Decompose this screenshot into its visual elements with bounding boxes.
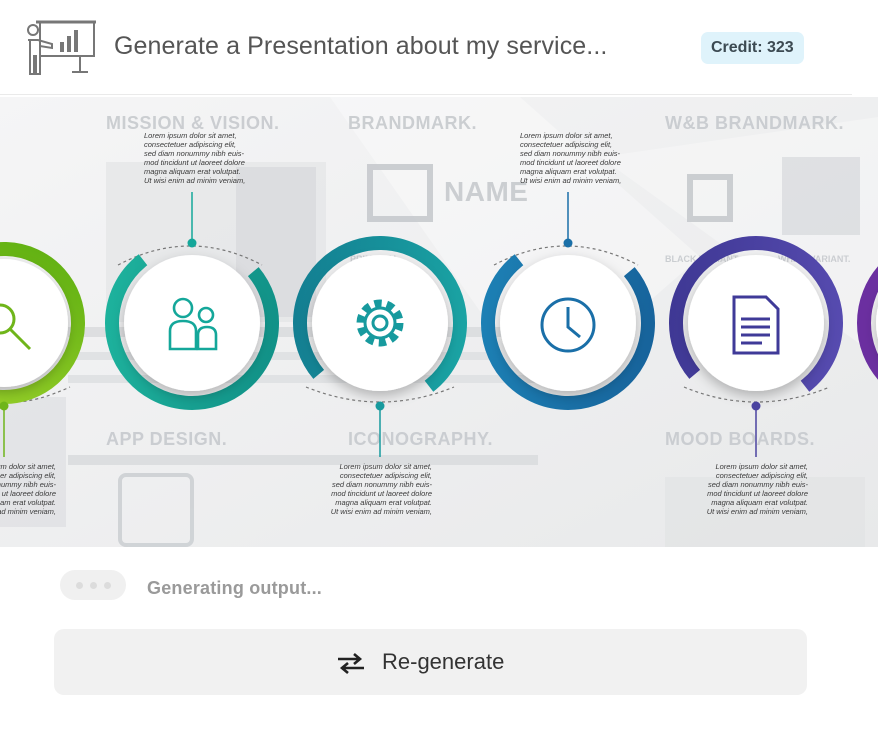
svg-text:Ut wisi enim ad minim veniam,: Ut wisi enim ad minim veniam, <box>707 507 808 516</box>
lorem-block-bottom-2: Lorem ipsum dolor sit amet, consectetuer… <box>331 462 433 516</box>
lorem-block-top-2: Lorem ipsum dolor sit amet, consectetuer… <box>520 131 621 185</box>
regenerate-button[interactable]: Re-generate <box>54 629 807 695</box>
svg-text:Lorem ipsum dolor sit amet,: Lorem ipsum dolor sit amet, <box>520 131 613 140</box>
svg-text:consectetuer adipiscing elit,: consectetuer adipiscing elit, <box>340 471 432 480</box>
svg-text:magna aliquam erat volutpat.: magna aliquam erat volutpat. <box>520 167 617 176</box>
presentation-board-icon <box>27 20 96 75</box>
lorem-block-bottom-3: Lorem ipsum dolor sit amet, consectetuer… <box>707 462 809 516</box>
slide-preview-canvas: MISSION & VISION. BRANDMARK. W&B BRANDMA… <box>0 97 878 547</box>
svg-text:Ut wisi enim ad minim veniam,: Ut wisi enim ad minim veniam, <box>520 176 621 185</box>
svg-text:magna aliquam erat volutpat.: magna aliquam erat volutpat. <box>144 167 241 176</box>
svg-text:MISSION & VISION.: MISSION & VISION. <box>106 113 280 133</box>
svg-text:BRANDMARK.: BRANDMARK. <box>348 113 477 133</box>
lorem-block-top-1: Lorem ipsum dolor sit amet, consectetuer… <box>144 131 245 185</box>
svg-text:sed diam nonummy nibh euis-: sed diam nonummy nibh euis- <box>144 149 245 158</box>
svg-text:consectetuer adipiscing elit,: consectetuer adipiscing elit, <box>716 471 808 480</box>
svg-text:sed diam nonummy nibh euis-: sed diam nonummy nibh euis- <box>708 480 809 489</box>
svg-text:magna aliquam erat volutpat.: magna aliquam erat volutpat. <box>0 498 56 507</box>
svg-text:consectetuer adipiscing elit,: consectetuer adipiscing elit, <box>520 140 612 149</box>
svg-text:APP DESIGN.: APP DESIGN. <box>106 429 227 449</box>
svg-text:Lorem ipsum dolor sit amet,: Lorem ipsum dolor sit amet, <box>144 131 237 140</box>
svg-text:consectetuer adipiscing elit,: consectetuer adipiscing elit, <box>144 140 236 149</box>
svg-text:magna aliquam erat volutpat.: magna aliquam erat volutpat. <box>711 498 808 507</box>
loading-dots-icon <box>60 570 126 600</box>
status-text: Generating output... <box>147 578 322 598</box>
lorem-block-bottom-1: Lorem ipsum dolor sit amet, consectetuer… <box>0 462 56 516</box>
svg-text:Lorem ipsum dolor sit amet,: Lorem ipsum dolor sit amet, <box>339 462 432 471</box>
credit-badge: Credit: 323 <box>701 32 804 64</box>
svg-text:sed diam nonummy nibh euis-: sed diam nonummy nibh euis- <box>0 480 56 489</box>
header: Generate a Presentation about my service… <box>0 0 878 96</box>
svg-text:W&B BRANDMARK.: W&B BRANDMARK. <box>665 113 844 133</box>
svg-text:Lorem ipsum dolor sit amet,: Lorem ipsum dolor sit amet, <box>715 462 808 471</box>
svg-text:mod tincidunt ut laoreet dolor: mod tincidunt ut laoreet dolore <box>331 489 432 498</box>
svg-text:sed diam nonummy nibh euis-: sed diam nonummy nibh euis- <box>520 149 621 158</box>
svg-text:Lorem ipsum dolor sit amet,: Lorem ipsum dolor sit amet, <box>0 462 56 471</box>
svg-text:MOOD BOARDS.: MOOD BOARDS. <box>665 429 815 449</box>
svg-text:Ut wisi enim ad minim veniam,: Ut wisi enim ad minim veniam, <box>331 507 432 516</box>
svg-text:NAME: NAME <box>444 176 528 207</box>
svg-text:sed diam nonummy nibh euis-: sed diam nonummy nibh euis- <box>332 480 433 489</box>
svg-text:consectetuer adipiscing elit,: consectetuer adipiscing elit, <box>0 471 56 480</box>
page-title: Generate a Presentation about my service… <box>114 32 608 60</box>
header-divider <box>0 94 852 95</box>
svg-text:Ut wisi enim ad minim veniam,: Ut wisi enim ad minim veniam, <box>144 176 245 185</box>
swap-arrows-icon <box>338 653 364 674</box>
svg-text:mod tincidunt ut laoreet dolor: mod tincidunt ut laoreet dolore <box>707 489 808 498</box>
svg-text:magna aliquam erat volutpat.: magna aliquam erat volutpat. <box>335 498 432 507</box>
regenerate-label: Re-generate <box>382 649 505 674</box>
svg-text:mod tincidunt ut laoreet dolor: mod tincidunt ut laoreet dolore <box>144 158 245 167</box>
svg-text:mod tincidunt ut laoreet dolor: mod tincidunt ut laoreet dolore <box>0 489 56 498</box>
svg-text:mod tincidunt ut laoreet dolor: mod tincidunt ut laoreet dolore <box>520 158 621 167</box>
svg-text:ICONOGRAPHY.: ICONOGRAPHY. <box>348 429 493 449</box>
presentation-preview[interactable]: MISSION & VISION. BRANDMARK. W&B BRANDMA… <box>0 97 878 547</box>
svg-text:Ut wisi enim ad minim veniam,: Ut wisi enim ad minim veniam, <box>0 507 56 516</box>
